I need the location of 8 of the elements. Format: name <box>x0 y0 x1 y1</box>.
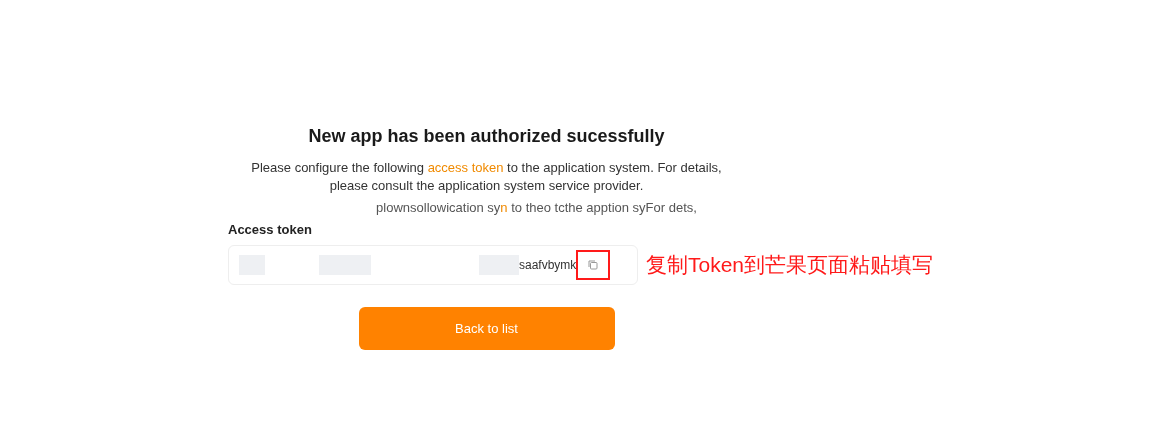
token-value: saafvbymk <box>519 258 577 272</box>
token-field[interactable]: saafvbymk <box>228 245 638 285</box>
annotation-text: 复制Token到芒果页面粘贴填写 <box>646 252 934 278</box>
description-text: Please configure the following access token to the application system. For details, please consult the application system service provider. <box>250 159 723 195</box>
copy-icon[interactable] <box>588 260 598 270</box>
page-title: New app has been authorized sucessfully <box>308 126 665 147</box>
field-label: Access token <box>228 222 312 237</box>
ghost-text: plownsollowication syn to theo tcthe apption syFor dets, <box>376 200 697 216</box>
